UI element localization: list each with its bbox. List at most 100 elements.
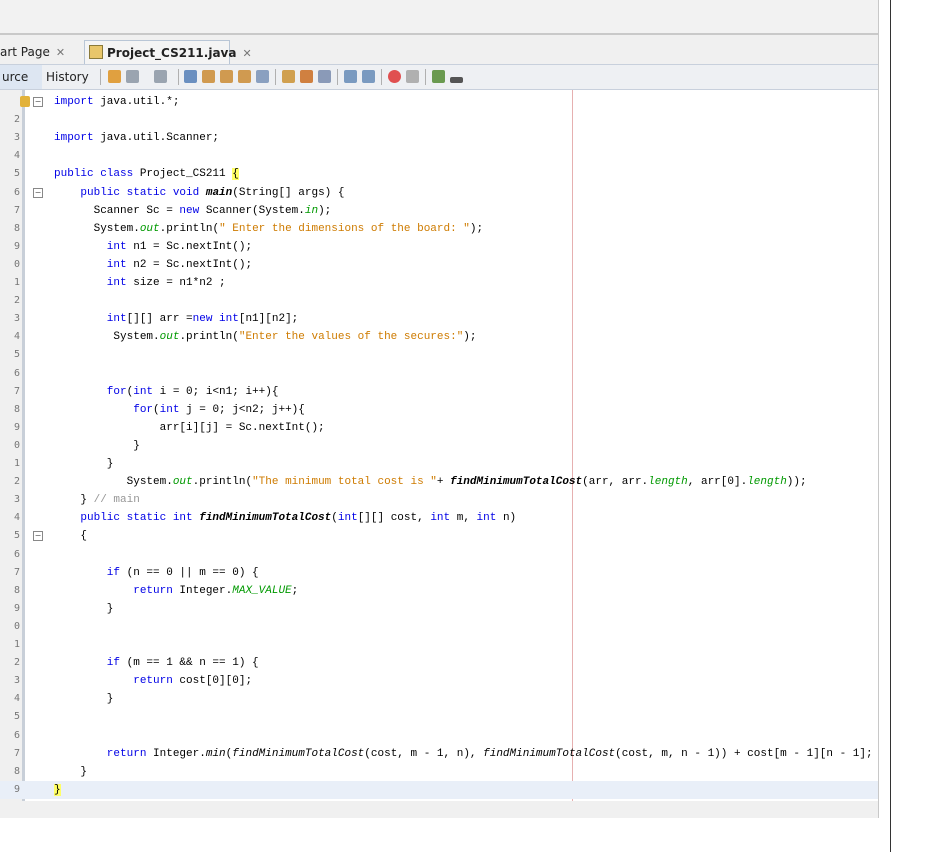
code-token: int [133,385,154,398]
code-token: [][] cost, [357,512,431,525]
code-text: System.out.println("The minimum total co… [54,473,807,491]
code-token: } [54,693,114,706]
start-macro-icon[interactable] [388,70,401,83]
line-number: 5 [13,530,20,542]
top-band [0,0,878,35]
code-line[interactable]: 9} [0,780,878,799]
code-line[interactable]: 4 [0,147,878,165]
code-token: "The minimum total cost is " [252,476,437,489]
line-number: 5 [13,168,20,180]
fold-toggle-icon[interactable]: − [33,531,43,542]
code-line[interactable]: 7 for(int i = 0; i<n1; i++){ [0,383,878,401]
tab-project-cs211[interactable]: Project_CS211.java ✕ [84,40,252,64]
code-line[interactable]: 7 Scanner Sc = new Scanner(System.in); [0,202,878,220]
fold-toggle-icon[interactable]: − [33,187,43,198]
tab-start-page[interactable]: art Page ✕ [0,40,84,64]
code-line[interactable]: 3 int[][] arr =new int[n1][n2]; [0,310,878,328]
code-line[interactable]: 3 import java.util.Scanner; [0,129,878,147]
code-line[interactable]: 0 } [0,437,878,455]
tab-label: art Page [0,45,50,59]
separator [178,69,179,85]
code-token: return [54,675,173,688]
code-line[interactable]: 8 } [0,763,878,781]
code-line[interactable]: 5 [0,708,878,726]
source-button[interactable]: urce [0,65,42,89]
close-icon[interactable]: ✕ [242,47,251,60]
code-text: return cost[0][0]; [54,672,252,690]
code-line[interactable]: 4 System.out.println("Enter the values o… [0,328,878,346]
code-line[interactable]: 6 [0,365,878,383]
code-line[interactable]: 4 public static int findMinimumTotalCost… [0,509,878,527]
code-line[interactable]: 2 [0,111,878,129]
toggle-bookmark-icon[interactable] [318,70,331,83]
code-line[interactable]: 8 System.out.println(" Enter the dimensi… [0,220,878,238]
code-line[interactable]: 9 arr[i][j] = Sc.nextInt(); [0,419,878,437]
code-line[interactable]: 2 System.out.println("The minimum total … [0,473,878,491]
code-token: cost[0][0]; [172,675,253,688]
code-line[interactable]: 6 [0,546,878,564]
uncomment-icon[interactable] [450,77,463,83]
line-number: 1 [13,639,20,650]
code-token: return [54,584,173,597]
code-line[interactable]: 1 int size = n1*n2 ; [0,274,878,292]
comment-icon[interactable] [432,70,445,83]
code-text: import java.util.*; [54,93,179,111]
rectangular-selection-icon[interactable] [256,70,269,83]
java-file-icon [89,45,103,59]
close-icon[interactable]: ✕ [56,46,65,59]
code-line[interactable]: 1 } [0,455,878,473]
code-line[interactable]: 5 [0,346,878,364]
code-token: [n1][n2]; [238,313,299,326]
code-line[interactable]: 1 [0,636,878,654]
code-text: } [54,600,114,618]
code-line[interactable]: 3 } // main [0,491,878,509]
next-bookmark-icon[interactable] [300,70,313,83]
line-number: 5 [13,349,20,361]
code-line[interactable]: 0 [0,618,878,636]
code-token: ( [153,403,160,416]
code-line[interactable]: 6 − public static void main(String[] args… [0,184,878,202]
previous-bookmark-icon[interactable] [282,70,295,83]
code-line[interactable]: 8 return Integer.MAX_VALUE; [0,582,878,600]
last-edit-icon[interactable] [108,70,121,83]
code-line[interactable]: 3 return cost[0][0]; [0,672,878,690]
code-line[interactable]: 9 int n1 = Sc.nextInt(); [0,238,878,256]
find-previous-icon[interactable] [202,70,215,83]
code-token: int [54,277,127,289]
separator [425,69,426,85]
code-token: " Enter the dimensions of the board: " [219,222,470,235]
code-editor[interactable]: − import java.util.*; 2 3 import java.util.S… [0,90,878,801]
code-line[interactable]: 2 [0,292,878,310]
shift-right-icon[interactable] [362,70,375,83]
code-line[interactable]: 9 } [0,600,878,618]
code-text: public static void main(String[] args) { [54,184,344,202]
code-line[interactable]: 8 for(int j = 0; j<n2; j++){ [0,401,878,419]
code-text: } [54,437,140,455]
code-line[interactable]: 4 } [0,690,878,708]
forward-icon[interactable] [154,70,167,83]
code-token: m, [450,512,477,525]
code-token: .println( [192,476,253,489]
code-token: for [54,403,154,416]
code-line[interactable]: 6 [0,727,878,745]
fold-toggle-icon[interactable]: − [33,97,43,107]
code-line[interactable]: 5 public class Project_CS211 { [0,165,878,183]
stop-macro-icon[interactable] [406,70,419,83]
code-token: .println( [159,222,220,235]
find-next-icon[interactable] [220,70,233,83]
shift-left-icon[interactable] [344,70,357,83]
code-line[interactable]: 7 return Integer.min(findMinimumTotalCos… [0,745,878,763]
code-line[interactable]: − import java.util.*; [0,93,878,111]
code-token: (n == 0 || m == 0) { [120,566,259,579]
find-icon[interactable] [184,70,197,83]
code-line[interactable]: 2 if (m == 1 && n == 1) { [0,654,878,672]
back-icon[interactable] [126,70,139,83]
code-line[interactable]: 0 int n2 = Sc.nextInt(); [0,256,878,274]
code-token: "Enter the values of the secures:" [238,331,464,344]
code-token: out [159,331,180,344]
history-button[interactable]: History [46,65,89,89]
toggle-highlight-icon[interactable] [238,70,251,83]
code-line[interactable]: 7 if (n == 0 || m == 0) { [0,564,878,582]
code-line[interactable]: 5 − { [0,527,878,545]
warning-icon[interactable] [20,96,30,107]
